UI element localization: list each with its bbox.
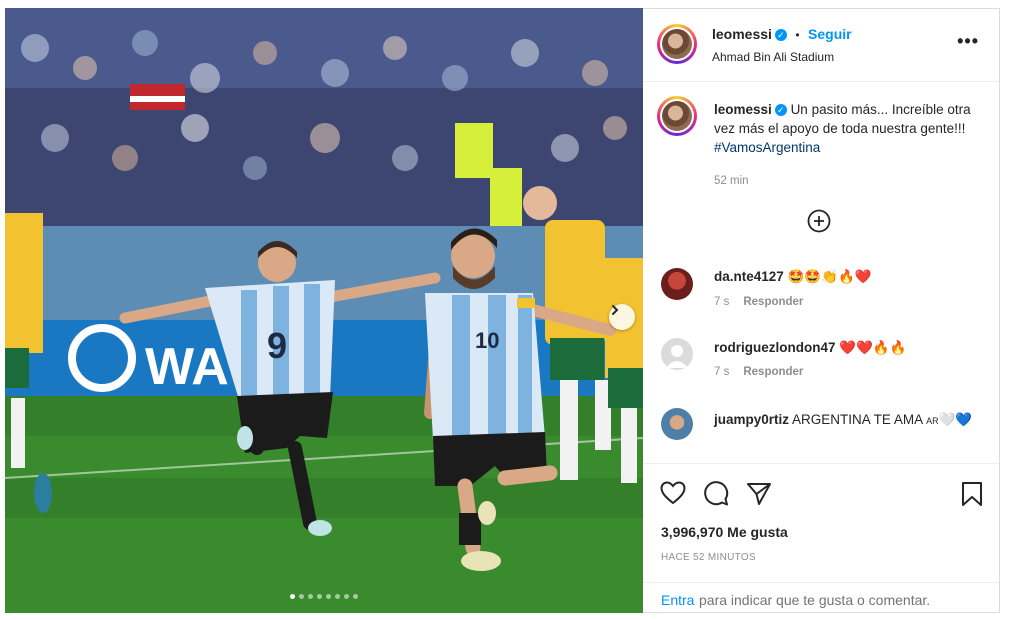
verified-icon: ✓ [774,104,787,117]
more-options-button[interactable]: ••• [957,31,979,52]
share-button[interactable] [746,481,772,512]
carousel-dot [308,594,313,599]
comment-username[interactable]: rodriguezlondon47 [714,340,836,355]
like-button[interactable] [660,481,686,510]
comment-hearts: 🤍💙 [938,412,973,427]
carousel-dot [335,594,340,599]
carousel-dot [326,594,331,599]
flag-ar-icon: AR [926,416,939,426]
carousel-dot [317,594,322,599]
comment-username[interactable]: da.nte4127 [714,269,784,284]
comment-text: ARGENTINA TE AMA [792,412,923,427]
header-separator: • [795,28,800,42]
profile-photo [662,101,692,131]
photo-illustration: WA DA [5,8,643,613]
comment-meta: 7 s Responder [714,296,803,308]
comment-avatar-default[interactable] [661,338,693,370]
carousel-dot [290,594,295,599]
default-avatar-icon [666,345,688,368]
caption-avatar[interactable] [657,96,697,136]
comment-time[interactable]: 7 s [714,366,729,378]
login-prompt: Entra para indicar que te gusta o coment… [643,582,999,615]
reply-button[interactable]: Responder [743,366,803,378]
load-more-comments-button[interactable] [807,209,831,233]
reply-button[interactable]: Responder [743,296,803,308]
instagram-post-window: WA DA [0,0,1010,620]
comment-time[interactable]: 7 s [714,296,729,308]
next-photo-button[interactable] [609,304,635,330]
caption-username[interactable]: leomessi [714,102,772,117]
comment-avatar[interactable] [661,408,693,440]
caption-hashtag[interactable]: #VamosArgentina [714,140,820,155]
heart-icon [660,481,686,505]
caption: leomessi ✓ Un pasito más... Increíble otr… [714,100,984,157]
profile-photo [662,29,692,59]
author-avatar[interactable] [657,24,697,64]
comments-section: leomessi ✓ Un pasito más... Increíble otr… [643,82,999,462]
jersey-number-left: 9 [267,325,287,366]
comment-username[interactable]: juampy0rtiz [714,412,789,427]
carousel-dot [299,594,304,599]
comment-button[interactable] [703,481,729,512]
comment-avatar[interactable] [661,268,693,300]
post-timestamp[interactable]: HACE 52 MINUTOS [661,552,756,563]
chevron-right-icon [612,305,619,315]
post-location[interactable]: Ahmad Bin Ali Stadium [712,50,834,64]
comment-icon [704,481,729,506]
comment-meta: 7 s Responder [714,366,803,378]
jersey-number-right: 10 [475,328,499,353]
post-header: leomessi ✓ • Seguir Ahmad Bin Ali Stadium… [643,9,999,82]
plus-circle-icon [807,209,831,233]
caption-time[interactable]: 52 min [714,175,749,187]
comment-text: ❤️❤️🔥🔥 [839,340,907,355]
verified-icon: ✓ [774,28,787,41]
author-username[interactable]: leomessi [712,26,772,42]
follow-button[interactable]: Seguir [808,26,852,42]
post-photo[interactable]: WA DA [5,8,643,613]
carousel-dot [353,594,358,599]
post-actions: 3,996,970 Me gusta HACE 52 MINUTOS [643,463,999,592]
comment-body: rodriguezlondon47 ❤️❤️🔥🔥 [714,340,907,356]
comment-body: juampy0rtiz ARGENTINA TE AMA AR🤍💙 [714,410,984,431]
comment-text: 🤩🤩👏🔥❤️ [787,269,872,284]
login-prompt-text: para indicar que te gusta o comentar. [699,592,931,608]
login-link[interactable]: Entra [661,592,694,608]
comment-body: da.nte4127 🤩🤩👏🔥❤️ [714,269,872,285]
share-icon [747,483,771,505]
carousel-dot [344,594,349,599]
post-side-panel: leomessi ✓ • Seguir Ahmad Bin Ali Stadium… [643,8,1000,613]
save-button[interactable] [961,481,983,512]
likes-count[interactable]: 3,996,970 Me gusta [661,524,788,540]
carousel-indicator [5,594,643,599]
bookmark-icon [962,482,982,506]
